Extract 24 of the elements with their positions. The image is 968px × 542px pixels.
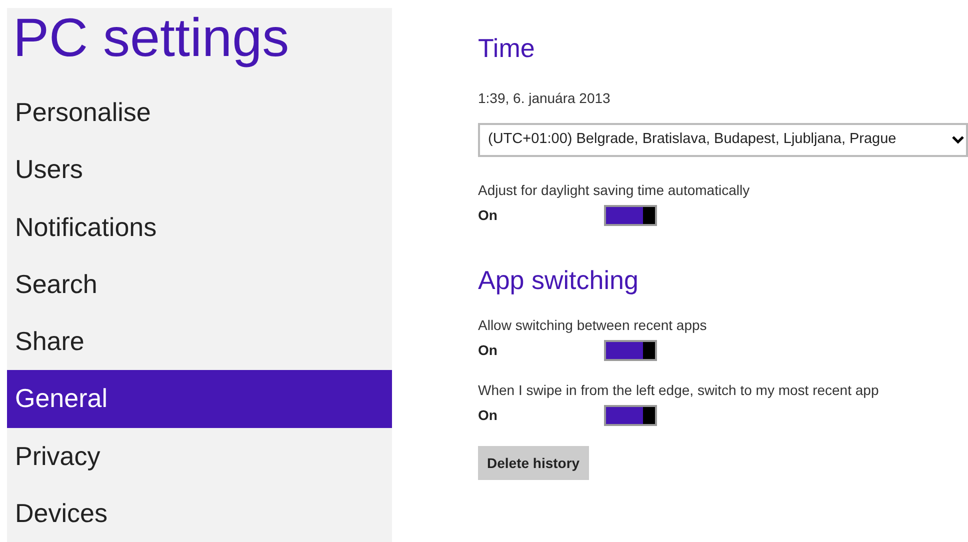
toggle-state: On bbox=[478, 206, 498, 225]
toggle-state: On bbox=[478, 341, 498, 360]
toggle-switch[interactable] bbox=[604, 340, 657, 361]
toggle-state: On bbox=[478, 406, 498, 425]
sidebar-item[interactable]: Users bbox=[7, 141, 392, 198]
toggle-switch[interactable] bbox=[604, 205, 657, 226]
sidebar-item[interactable]: Search bbox=[7, 256, 392, 313]
app-title: PC settings bbox=[12, 8, 290, 68]
sidebar-item[interactable]: Notifications bbox=[7, 198, 392, 256]
chevron-down-icon bbox=[952, 135, 964, 145]
sidebar-item[interactable]: General bbox=[7, 370, 392, 428]
sidebar-item[interactable]: Personalise bbox=[7, 84, 392, 142]
setting-label: Adjust for daylight saving time automatically bbox=[478, 181, 751, 199]
toggle-switch[interactable] bbox=[604, 405, 657, 426]
sidebar-item[interactable]: Privacy bbox=[7, 428, 392, 485]
section-heading: App switching bbox=[478, 264, 640, 296]
setting-label: Allow switching between recent apps bbox=[478, 316, 708, 334]
time-zone-dropdown[interactable]: (UTC+01:00) Belgrade, Bratislava, Budapest, Ljubljana, Prague bbox=[478, 123, 968, 157]
sidebar-item[interactable]: Share bbox=[7, 313, 392, 370]
delete-history-button[interactable]: Delete history bbox=[478, 446, 589, 480]
setting-label: When I swipe in from the left edge, switch to my most recent app bbox=[478, 381, 880, 399]
date-time-text: 1:39, 6. januára 2013 bbox=[478, 89, 612, 108]
sidebar-item[interactable]: Devices bbox=[7, 484, 392, 542]
section-heading: Time bbox=[478, 32, 536, 64]
